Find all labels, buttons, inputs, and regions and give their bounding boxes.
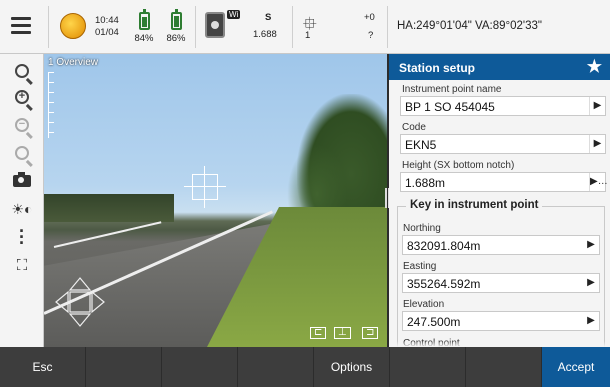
brightness-icon: ☀◐ (11, 200, 33, 217)
status-bar: 10:44 01/04 84% 86% Wi S 1.688 ⯐ 1 +0 ? … (0, 0, 610, 54)
elevation-label: Elevation (403, 299, 445, 310)
elevation-field[interactable]: 247.500m ▶ (402, 311, 600, 331)
panel-title: Station setup (399, 61, 476, 75)
accept-button[interactable]: Accept (542, 347, 610, 387)
battery-icon (170, 9, 182, 30)
overview-label: 1 Overview (48, 57, 99, 68)
instrument-point-field[interactable]: BP 1 SO 454045 ▶ (400, 96, 606, 116)
chevron-right-icon[interactable]: ▶ (583, 236, 599, 254)
video-toolbar: + − ☀◐ · · · ⛶ (0, 54, 44, 347)
code-label: Code (402, 122, 426, 133)
station-setup-panel: Station setup ★ Instrument point name BP… (389, 54, 610, 356)
zoom-extents-button[interactable] (9, 60, 35, 82)
angle-readout: HA:249°01'04" VA:89°02'33" (397, 20, 542, 32)
chevron-right-icon[interactable]: ▶ (583, 312, 599, 330)
view-left-button[interactable]: ⊏ (310, 327, 327, 339)
scale-bar (48, 72, 58, 138)
easting-field[interactable]: 355264.592m ▶ (402, 273, 600, 293)
chevron-right-icon[interactable]: ▶ (589, 97, 605, 115)
joystick-icon (55, 277, 105, 327)
camera-button[interactable] (9, 170, 35, 192)
key-in-group: Key in instrument point Northing 832091.… (397, 199, 605, 356)
softkey-6[interactable] (390, 347, 466, 387)
zoom-out-icon: − (15, 118, 29, 132)
chevron-right-icon[interactable]: ▶ (589, 135, 605, 153)
height-field[interactable]: 1.688m ▶… (400, 172, 608, 192)
battery-icon (138, 9, 150, 30)
easting-label: Easting (403, 261, 437, 272)
more-button[interactable]: · · · (9, 221, 35, 253)
video-view[interactable]: 1 Overview ⊏ ⊥ ⊐ (44, 54, 387, 347)
options-button[interactable]: Options (314, 347, 390, 387)
group-title: Key in instrument point (406, 199, 543, 211)
joystick-pad[interactable] (54, 276, 106, 328)
northing-field[interactable]: 832091.804m ▶ (402, 235, 600, 255)
code-field[interactable]: EKN5 ▶ (400, 134, 606, 154)
panel-header: Station setup ★ (389, 54, 610, 80)
zoom-previous-button[interactable] (9, 142, 35, 164)
globe-icon (60, 13, 86, 39)
height-label: Height (SX bottom notch) (402, 160, 515, 171)
instrument-point-label: Instrument point name (402, 84, 502, 95)
zoom-in-icon: + (15, 90, 29, 104)
zoom-previous-icon (15, 146, 29, 160)
menu-icon (11, 17, 31, 20)
more-icon: · · · (19, 221, 25, 253)
measure-button[interactable]: ⛶ (9, 254, 35, 276)
instrument-icon (205, 12, 225, 38)
zoom-extents-icon (15, 64, 29, 78)
wifi-badge: Wi (227, 10, 241, 19)
northing-label: Northing (403, 223, 441, 234)
softkey-2[interactable] (86, 347, 162, 387)
height-options-icon[interactable]: ▶… (589, 173, 608, 191)
softkey-3[interactable] (162, 347, 238, 387)
measure-icon: ⛶ (16, 256, 28, 274)
brightness-button[interactable]: ☀◐ (9, 198, 35, 220)
star-icon[interactable]: ★ (587, 57, 602, 77)
esc-button[interactable]: Esc (0, 347, 86, 387)
zoom-out-button[interactable]: − (9, 114, 35, 136)
softkey-bar: Esc Options Accept (0, 347, 610, 387)
chevron-right-icon[interactable]: ▶ (583, 274, 599, 292)
view-right-button[interactable]: ⊐ (362, 327, 379, 339)
view-center-button[interactable]: ⊥ (334, 327, 351, 339)
zoom-in-button[interactable]: + (9, 86, 35, 108)
softkey-4[interactable] (238, 347, 314, 387)
camera-icon (13, 172, 31, 187)
crosshair-reticle (184, 166, 226, 208)
softkey-7[interactable] (466, 347, 542, 387)
